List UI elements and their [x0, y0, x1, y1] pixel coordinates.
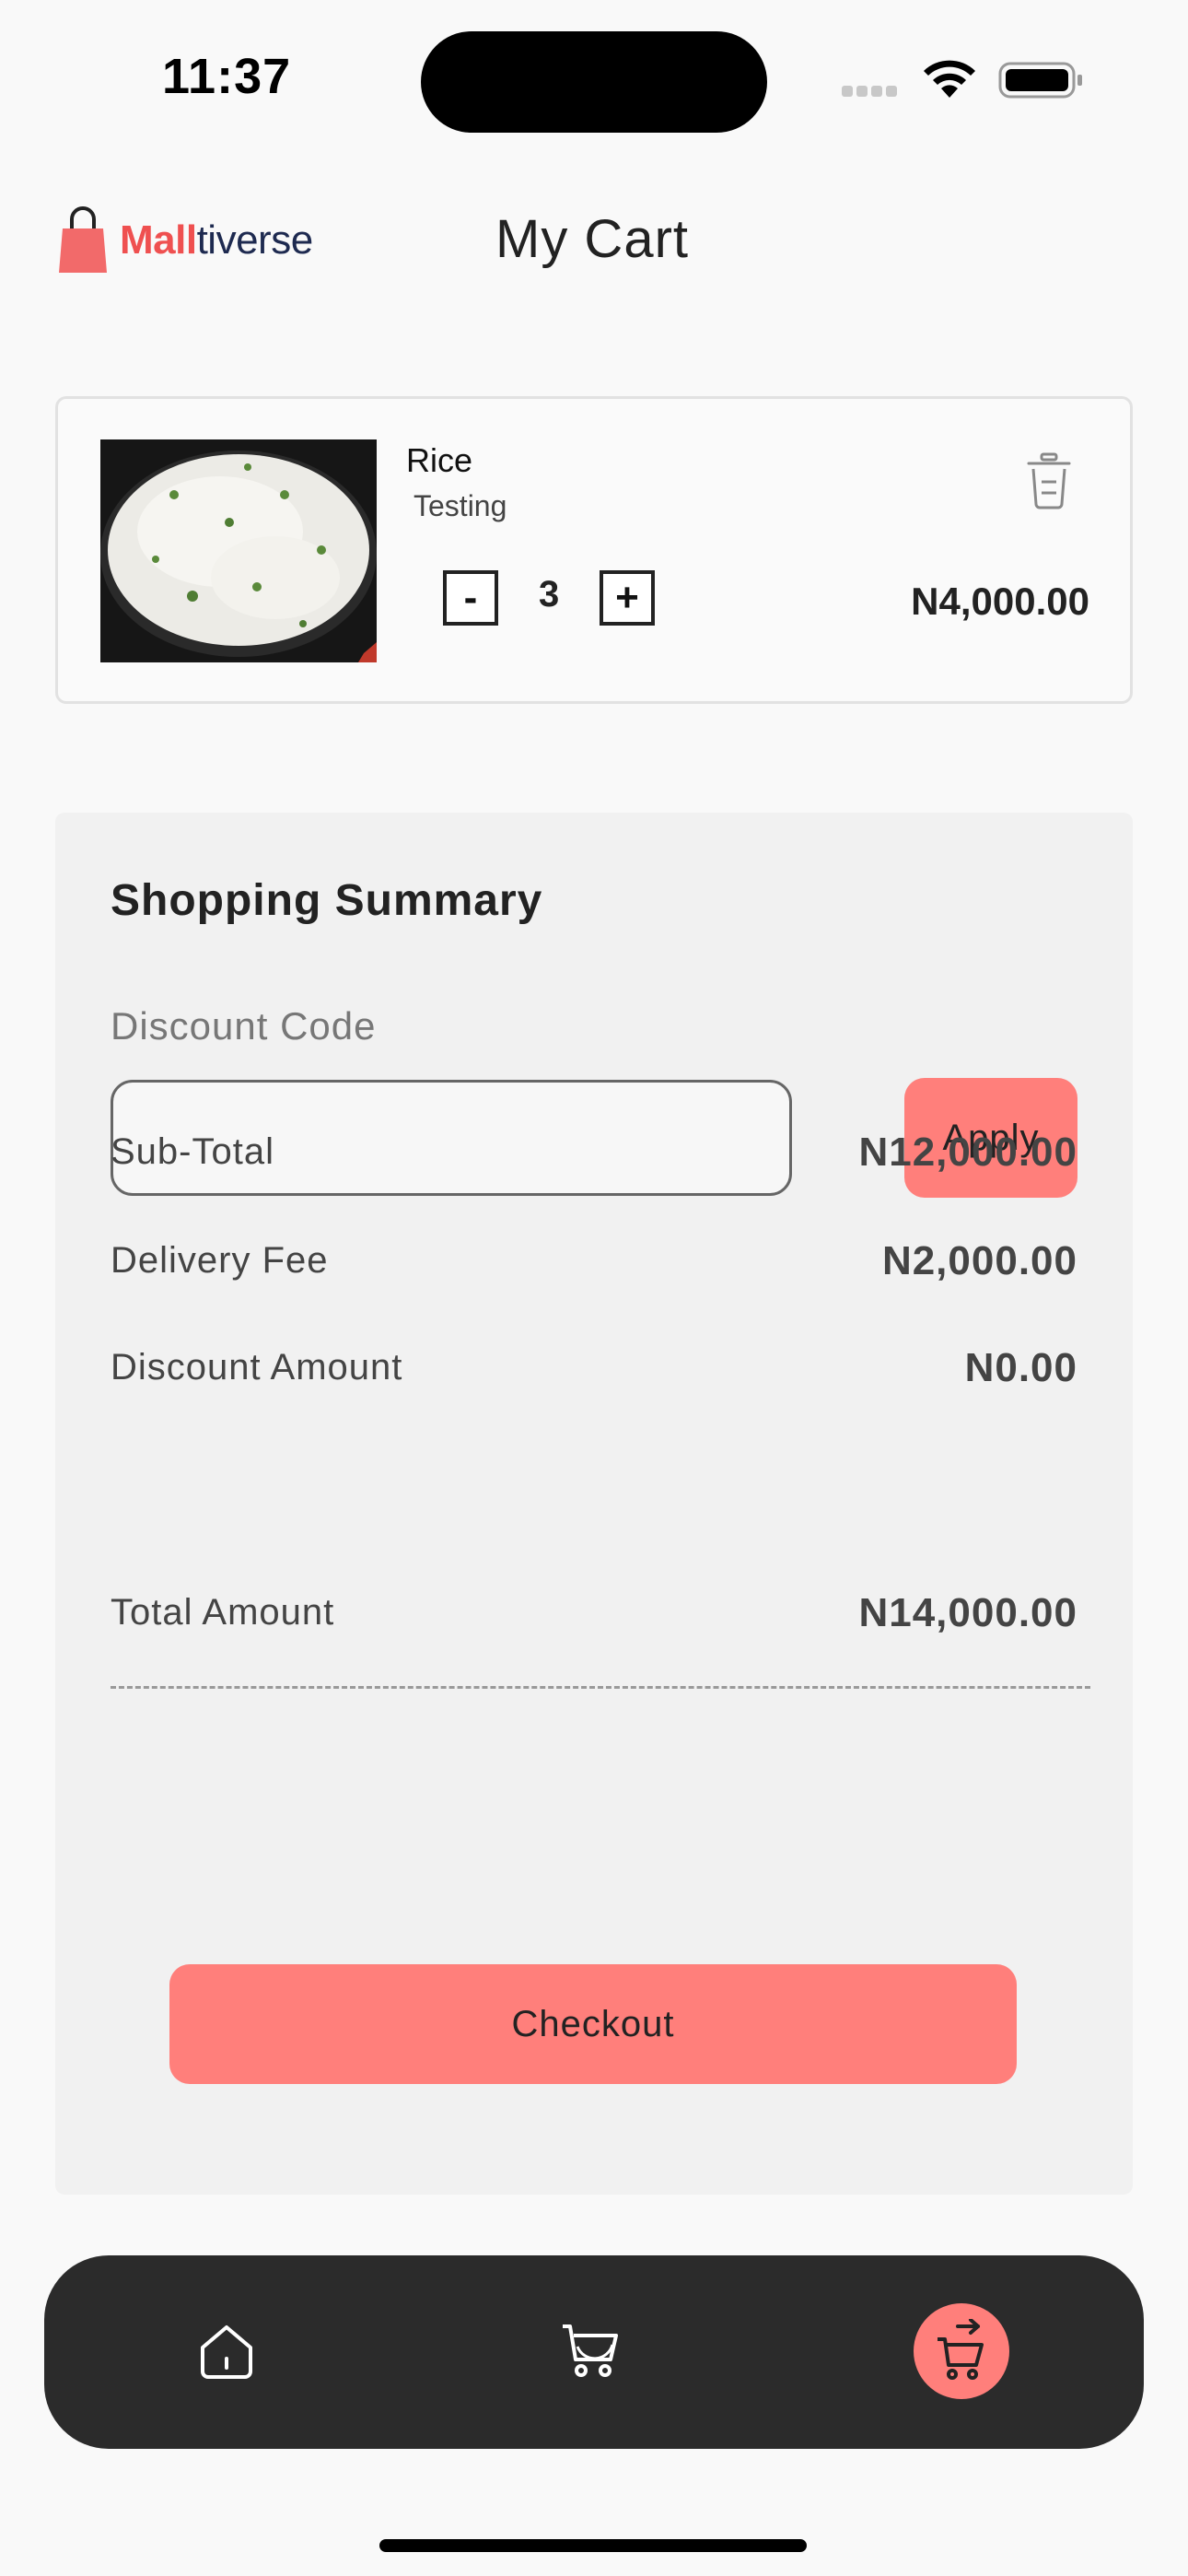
subtotal-value: N12,000.00: [858, 1130, 1077, 1175]
cellular-signal-icon: [842, 85, 904, 98]
status-time: 11:37: [162, 49, 292, 104]
quantity-value: 3: [539, 574, 560, 615]
nav-checkout[interactable]: [914, 2303, 1009, 2399]
discount-amount-value: N0.00: [964, 1345, 1077, 1390]
total-amount-value: N14,000.00: [858, 1590, 1077, 1635]
decrease-quantity-button[interactable]: -: [443, 570, 498, 626]
status-bar: 11:37: [0, 0, 1188, 147]
delivery-fee-label: Delivery Fee: [111, 1240, 329, 1281]
home-indicator[interactable]: [379, 2539, 807, 2552]
page-title: My Cart: [495, 209, 689, 269]
battery-icon: [998, 62, 1082, 99]
discount-amount-label: Discount Amount: [111, 1347, 403, 1388]
brand-logo: Malltiverse: [57, 199, 333, 282]
bottom-navigation: [44, 2255, 1144, 2449]
item-price: N4,000.00: [911, 580, 1089, 623]
subtotal-label: Sub-Total: [111, 1131, 274, 1172]
delivery-fee-value: N2,000.00: [881, 1238, 1077, 1283]
increase-quantity-button[interactable]: +: [600, 570, 655, 626]
cart-item: Rice Testing - 3 + N4,000.00: [55, 396, 1133, 704]
checkout-button[interactable]: Checkout: [169, 1964, 1017, 2084]
nav-cart[interactable]: [543, 2303, 639, 2399]
checkout-cart-icon: [938, 2319, 984, 2380]
product-description: Testing: [413, 489, 507, 522]
brand-name-accent: Mall: [120, 217, 197, 263]
dynamic-island: [421, 31, 767, 133]
summary-title: Shopping Summary: [111, 876, 543, 925]
discount-code-label: Discount Code: [111, 1004, 377, 1048]
home-icon: [201, 2325, 252, 2379]
wifi-icon: [924, 60, 975, 98]
shopping-bag-icon: [59, 206, 107, 273]
shopping-summary-panel: Shopping Summary Discount Code Apply Sub…: [55, 813, 1133, 2195]
product-name: Rice: [406, 441, 473, 479]
product-image: [100, 439, 377, 662]
summary-divider: [111, 1686, 1090, 1689]
brand-name-rest: tiverse: [196, 217, 314, 263]
total-amount-label: Total Amount: [111, 1592, 335, 1633]
cart-icon: [563, 2324, 618, 2377]
brand-name: Malltiverse: [120, 217, 313, 263]
nav-home[interactable]: [179, 2303, 274, 2399]
trash-icon[interactable]: [1025, 452, 1073, 509]
